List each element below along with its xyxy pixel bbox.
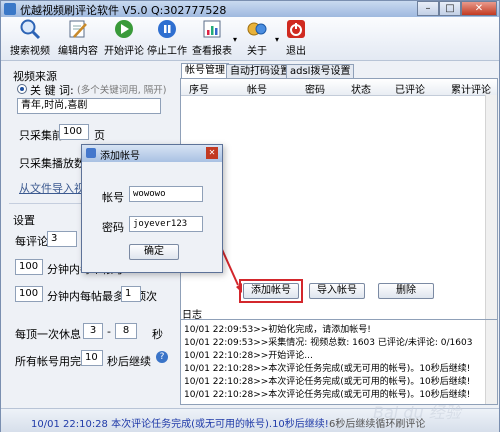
all-done-input[interactable]: 10 [81,350,103,366]
vertical-scrollbar[interactable] [485,95,497,333]
dialog-confirm-button[interactable]: 确定 [129,244,179,260]
dialog-password-label: 密码 [102,221,124,234]
rest-dash: - [107,325,111,338]
per-comment-label: 每评论 [15,235,48,248]
play-icon [113,18,135,40]
column-header-password[interactable]: 密码 [305,81,325,96]
settings-heading: 设置 [13,214,35,227]
tab-auto-captcha[interactable]: 自动打码设置 [226,64,294,78]
edit-icon [67,18,89,40]
log-line: 10/01 22:10:28>>开始评论... [184,351,313,361]
dialog-password-input[interactable]: joyever123 [129,216,203,232]
stop-icon [156,18,178,40]
log-line: 10/01 22:09:53>>初始化完成，请添加帐号! [184,325,371,335]
log-line: 10/01 22:10:28>>本次评论任务完成(或无可用的帐号)。10秒后继续… [184,377,471,387]
keyword-radio[interactable] [17,84,27,94]
column-header-total-comments[interactable]: 累计评论 [451,81,491,96]
interval-minutes-input[interactable]: 100 [15,259,43,275]
about-icon [246,18,268,40]
app-logo-icon [4,3,16,15]
collect-pages-label: 只采集前 [19,129,63,142]
window-title: 优越视频刷评论软件 V5.0 Q:302777528 [20,4,227,17]
log-line: 10/01 22:09:53>>采集情况: 视频总数: 1603 已评论/未评论… [184,338,473,348]
tab-account-management[interactable]: 帐号管理 [181,63,229,79]
status-message: 10/01 22:10:28 本次评论任务完成(或无可用的帐号).10秒后继续! [31,419,329,430]
title-bar: 优越视频刷评论软件 V5.0 Q:302777528 – □ ✕ [1,1,499,17]
main-window: 优越视频刷评论软件 V5.0 Q:302777528 – □ ✕ 搜索视频 编辑… [0,0,500,432]
power-icon [285,18,307,40]
toolbar: 搜索视频 编辑内容 开始评论 停止工作 查看报表 ▾ 关于 ▾ 退出 [1,17,499,61]
column-header-index[interactable]: 序号 [189,81,209,96]
keyword-hint: (多个关键词用, 隔开) [77,85,167,96]
tab-adsl-dialup[interactable]: adsl拨号设置 [286,64,355,78]
log-scrollbar[interactable] [485,320,497,404]
collect-pages-input[interactable]: 100 [59,124,89,140]
watermark-text: Bai du 经验 [373,403,461,422]
right-panel: 帐号管理 自动打码设置 adsl拨号设置 序号 帐号 密码 状态 已评论 累计评… [178,60,499,408]
collect-pages-unit: 页 [94,129,105,142]
bump-times-input[interactable]: 1 [121,286,141,302]
toolbar-label: 编辑内容 [58,46,98,57]
keyword-input[interactable]: 青年,时尚,喜剧 [17,98,161,114]
rest-label: 每顶一次休息 [15,328,81,341]
toolbar-label: 退出 [286,46,306,57]
highlight-box [239,279,303,303]
dialog-account-input[interactable]: wowowo [129,186,203,202]
maximize-button[interactable]: □ [439,1,461,16]
column-header-commented[interactable]: 已评论 [395,81,425,96]
dialog-close-button[interactable]: ✕ [206,147,218,159]
column-header-account[interactable]: 帐号 [247,81,267,96]
keyword-label: 关 键 词: [30,84,74,97]
search-video-button[interactable]: 搜索视频 [7,18,53,58]
chevron-down-icon: ▾ [275,35,280,44]
rest-min-input[interactable]: 3 [83,323,103,339]
bump-times-unit: 次 [146,290,157,303]
column-header-status[interactable]: 状态 [351,81,371,96]
log-panel: 10/01 22:09:53>>初始化完成，请添加帐号! 10/01 22:09… [180,319,498,405]
rest-max-input[interactable]: 8 [115,323,137,339]
log-line: 10/01 22:10:28>>本次评论任务完成(或无可用的帐号)。10秒后继续… [184,364,471,374]
table-header: 序号 帐号 密码 状态 已评论 累计评论 [181,79,497,96]
help-icon[interactable]: ? [156,351,168,363]
delete-account-button[interactable]: 删除 [378,283,434,299]
start-comment-button[interactable]: 开始评论 [101,18,147,58]
close-button[interactable]: ✕ [461,1,497,16]
toolbar-label: 关于 [247,46,267,57]
report-icon [201,18,223,40]
per-comment-input[interactable]: 3 [47,231,77,247]
dialog-app-icon [86,148,96,158]
minimize-button[interactable]: – [417,1,439,16]
dialog-title: 添加帐号 [100,151,140,162]
exit-button[interactable]: 退出 [280,18,312,58]
window-controls: – □ ✕ [417,1,497,16]
stop-work-button[interactable]: 停止工作 [144,18,190,58]
add-account-dialog: 添加帐号 ✕ 帐号 wowowo 密码 joyever123 确定 [81,144,223,273]
view-report-button[interactable]: 查看报表 ▾ [189,18,237,58]
edit-content-button[interactable]: 编辑内容 [55,18,101,58]
all-done-suffix: 秒后继续 [107,355,151,368]
toolbar-label: 查看报表 [192,46,232,57]
about-button[interactable]: 关于 ▾ [237,18,280,58]
dialog-title-bar: 添加帐号 ✕ [82,145,222,162]
toolbar-label: 开始评论 [104,46,144,57]
dialog-account-label: 帐号 [102,191,124,204]
magnifier-icon [19,18,41,40]
toolbar-label: 搜索视频 [10,46,50,57]
rest-unit: 秒 [152,328,163,341]
all-done-label: 所有帐号用完 [15,355,81,368]
toolbar-label: 停止工作 [147,46,187,57]
bump-minutes-input[interactable]: 100 [15,286,43,302]
import-account-button[interactable]: 导入帐号 [309,283,365,299]
